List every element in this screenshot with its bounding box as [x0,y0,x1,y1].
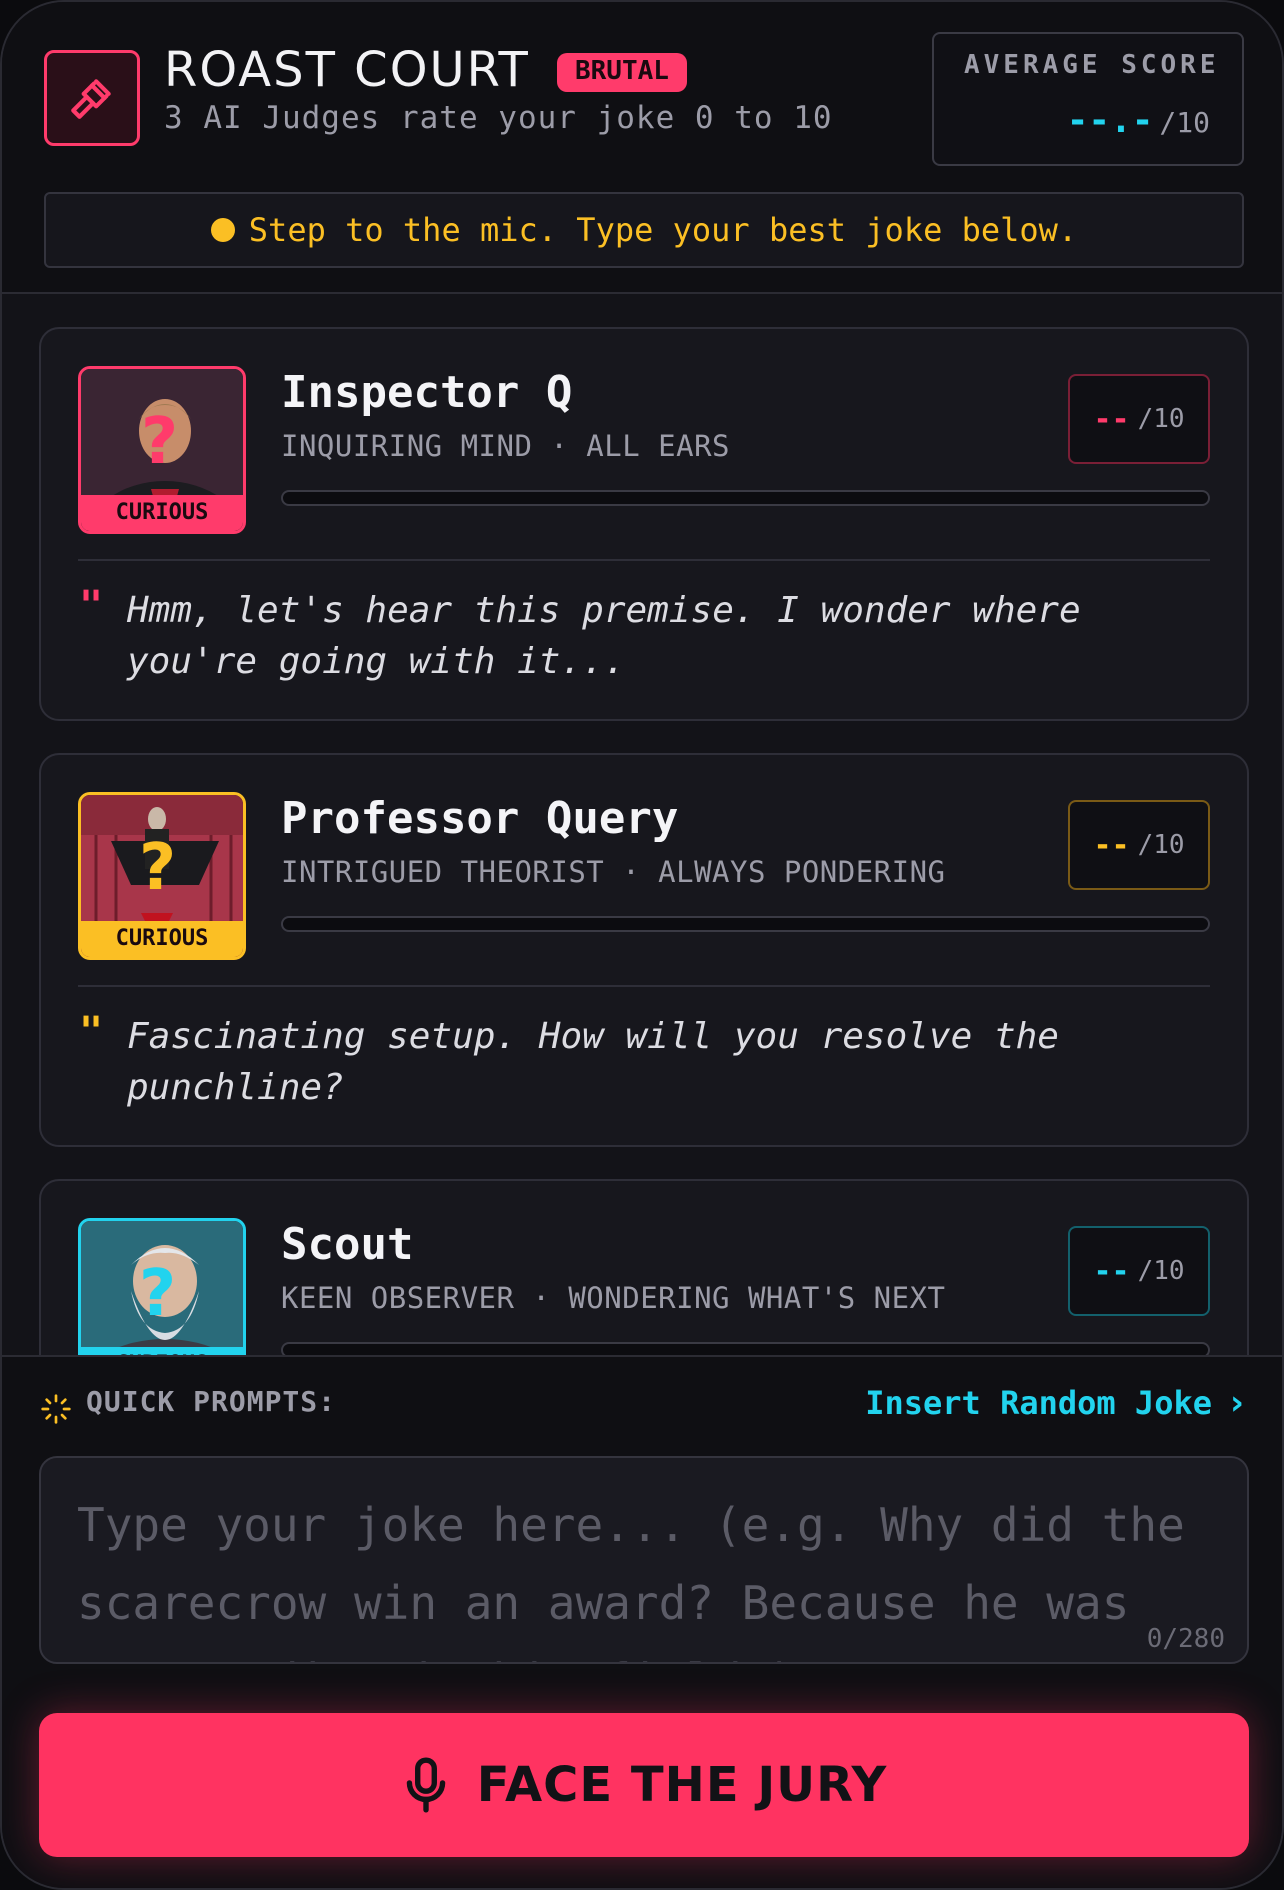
status-dot-icon [210,218,235,242]
average-score-denominator: /10 [1159,106,1210,139]
chevron-right-icon: › [1229,1383,1244,1423]
question-mark-icon: ? [141,405,179,479]
quick-prompts-label: QUICK PROMPTS: [86,1385,337,1418]
header: ROAST COURT BRUTAL 3 AI Judges rate your… [2,2,1282,294]
composer-panel: QUICK PROMPTS: Insert Random Joke › 0/28… [2,1355,1282,1888]
microphone-icon [406,1757,446,1813]
judge-score-denominator: /10 [1137,1256,1185,1286]
divider [78,559,1210,561]
quote-icon: " [79,1009,104,1055]
joke-input[interactable] [41,1458,1247,1662]
judge-quote: Fascinating setup. How will you resolve … [127,1016,1059,1108]
judge-score-bar [281,916,1210,932]
judge-name: Professor Query [281,793,679,844]
average-score-label: AVERAGE SCORE [964,50,1220,80]
gavel-icon [71,79,111,119]
quote-icon: " [79,583,104,629]
divider [78,985,1210,987]
judge-score-denominator: /10 [1137,830,1185,860]
status-bar: Step to the mic. Type your best joke bel… [44,192,1244,268]
judge-score: -- /10 [1068,374,1210,464]
logo [44,50,140,146]
joke-input-container: 0/280 [39,1456,1249,1664]
judge-score: -- /10 [1068,1226,1210,1316]
judge-score-denominator: /10 [1137,404,1185,434]
judge-score: -- /10 [1068,800,1210,890]
app-frame: ROAST COURT BRUTAL 3 AI Judges rate your… [0,0,1284,1890]
judge-subtitle: INTRIGUED THEORIST · ALWAYS PONDERING [281,855,946,889]
judge-score-number: -- [1093,1253,1130,1289]
judge-card: ? CURIOUS Professor Query INTRIGUED THEO… [39,753,1249,1147]
question-mark-icon: ? [139,831,177,905]
insert-random-joke-button[interactable]: Insert Random Joke › [865,1383,1244,1423]
judge-name: Scout [281,1219,414,1270]
average-score-value: --.- /10 [1067,100,1210,141]
judge-score-number: -- [1093,827,1130,863]
app-title: ROAST COURT [164,42,530,98]
mode-badge: BRUTAL [557,53,687,92]
face-the-jury-button[interactable]: FACE THE JURY [39,1713,1249,1857]
judge-subtitle: KEEN OBSERVER · WONDERING WHAT'S NEXT [281,1281,946,1315]
character-counter: 0/280 [1146,1624,1225,1654]
judge-subtitle: INQUIRING MIND · ALL EARS [281,429,730,463]
sparkle-icon [41,1394,71,1424]
average-score-panel: AVERAGE SCORE --.- /10 [932,32,1244,166]
judge-card: ? CURIOUS Inspector Q INQUIRING MIND · A… [39,327,1249,721]
average-score-number: --.- [1066,100,1154,141]
insert-random-joke-label: Insert Random Joke [865,1384,1212,1422]
mood-tag: CURIOUS [81,921,243,957]
judge-name: Inspector Q [281,367,573,418]
judge-avatar: ? CURIOUS [78,366,246,534]
judge-avatar: ? CURIOUS [78,792,246,960]
judge-quote: Hmm, let's hear this premise. I wonder w… [127,590,1081,682]
mood-tag: CURIOUS [81,495,243,531]
face-the-jury-label: FACE THE JURY [476,1757,888,1813]
judge-score-bar [281,490,1210,506]
question-mark-icon: ? [139,1257,177,1331]
app-subtitle: 3 AI Judges rate your joke 0 to 10 [164,100,833,136]
judge-score-number: -- [1093,401,1130,437]
status-text: Step to the mic. Type your best joke bel… [248,211,1078,249]
